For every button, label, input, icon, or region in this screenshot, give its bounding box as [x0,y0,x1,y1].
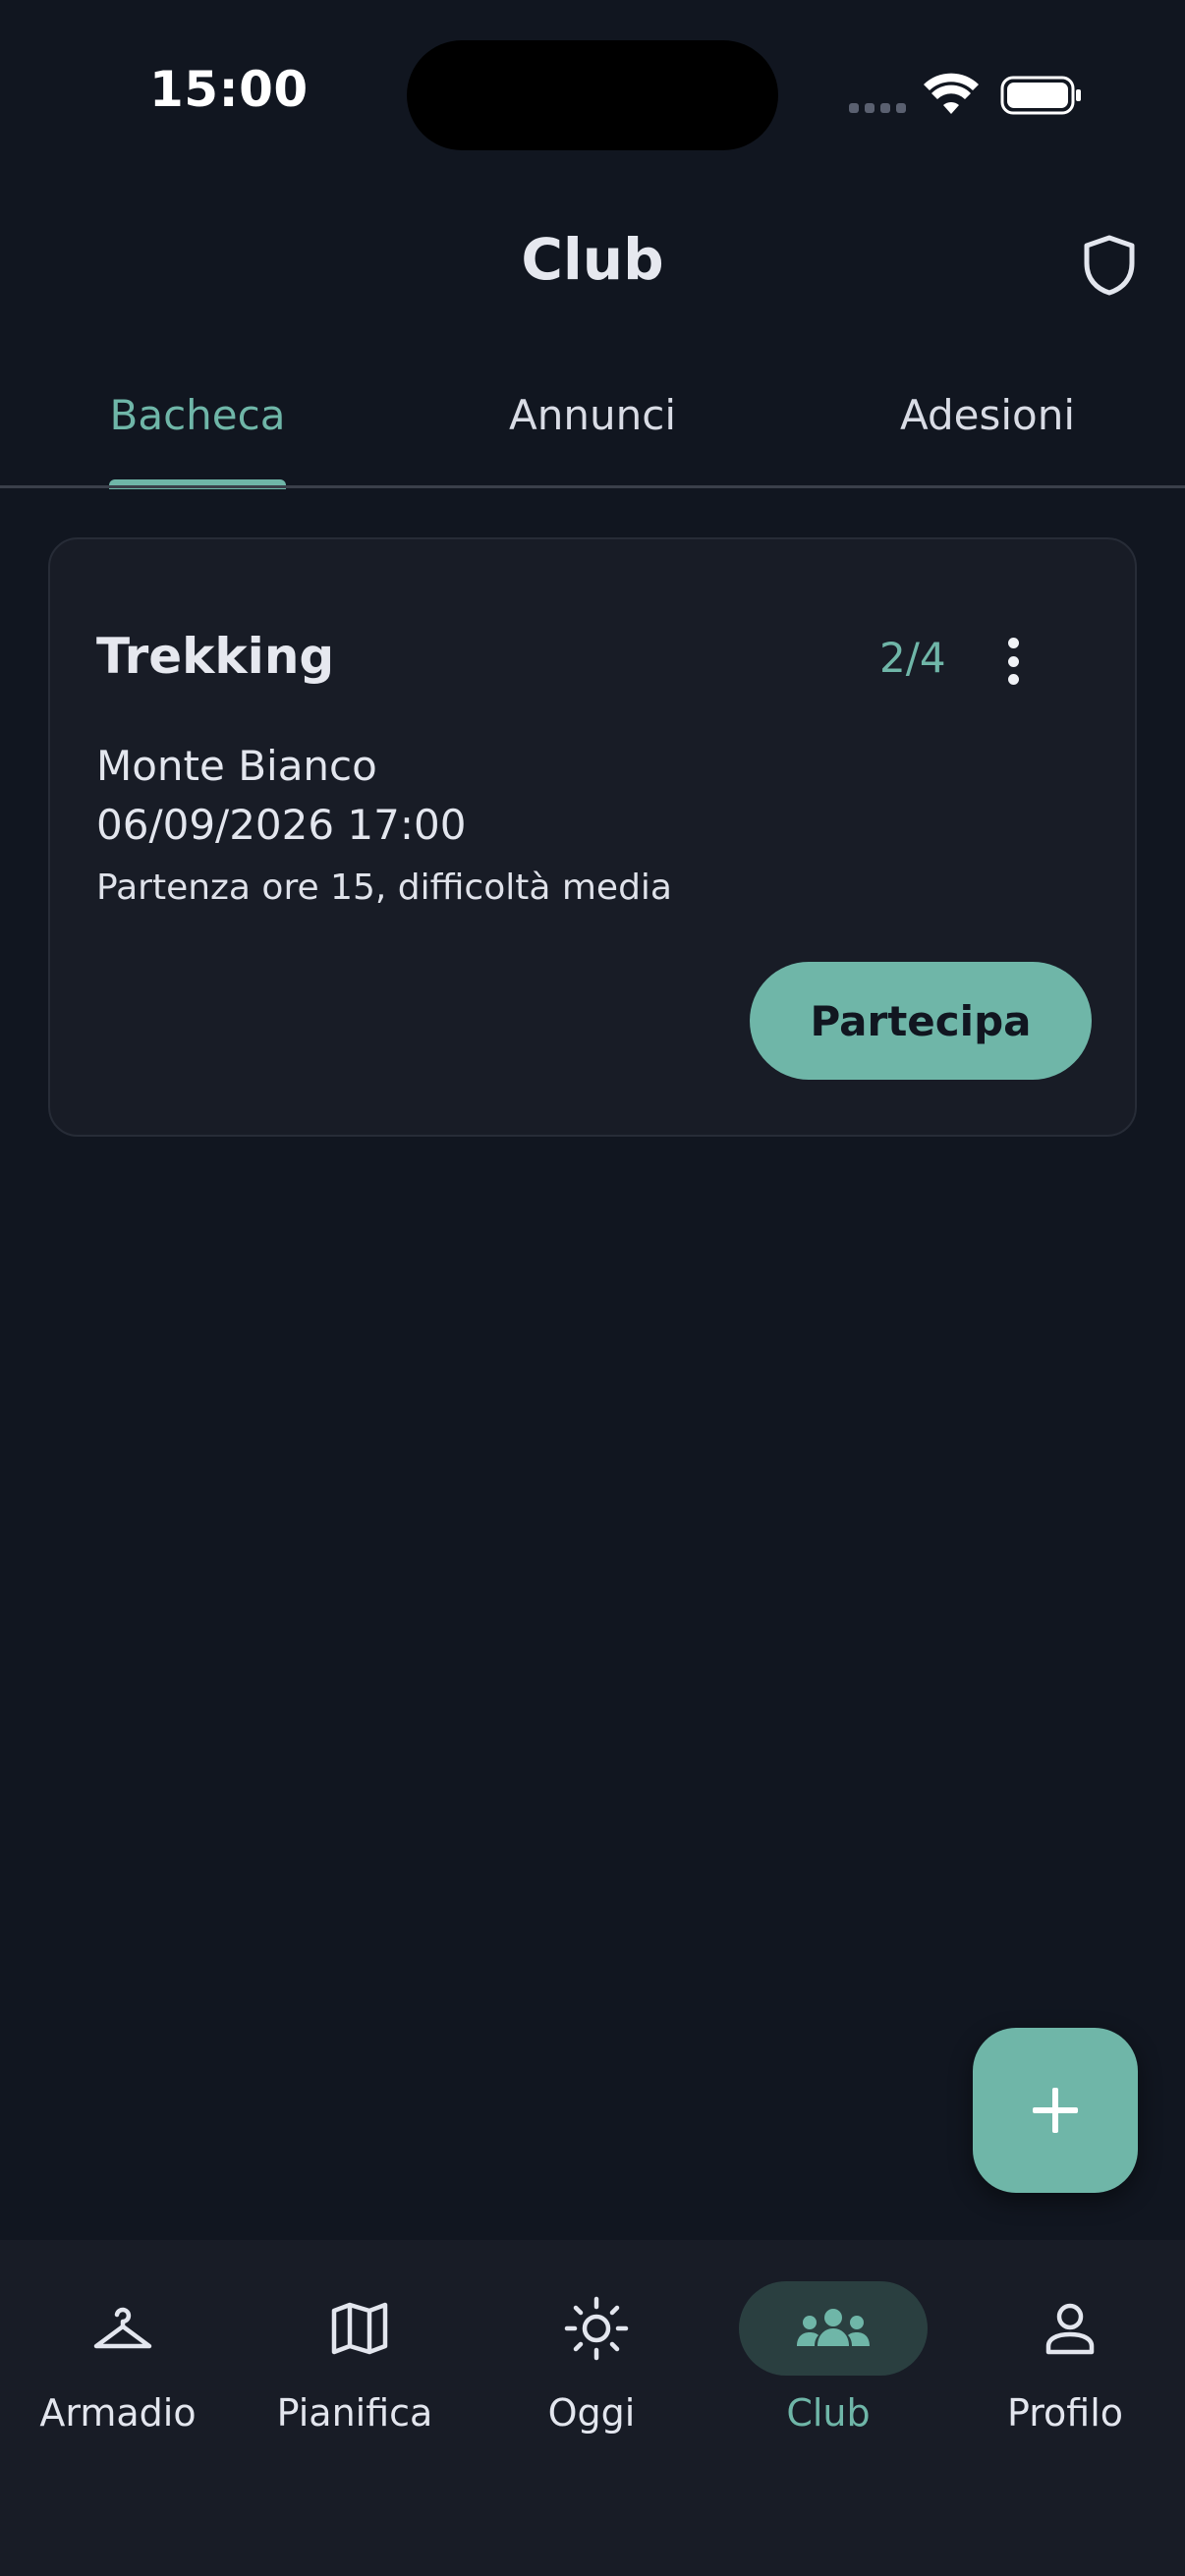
sun-icon [564,2296,629,2361]
tab-bar: Bacheca Annunci Adesioni [0,373,1185,489]
nav-label-club: Club [786,2391,871,2435]
add-button[interactable] [973,2028,1138,2193]
dynamic-island [407,40,778,150]
group-icon [797,2309,870,2346]
nav-item-armadio[interactable]: Armadio [0,2281,236,2438]
nav-item-club[interactable]: Club [710,2281,946,2438]
event-card[interactable]: Trekking 2/4 Monte Bianco 06/09/2026 17:… [48,537,1137,1137]
map-icon [331,2302,388,2355]
tab-annunci[interactable]: Annunci [395,373,790,487]
event-title: Trekking [96,628,335,685]
plus-icon [1033,2088,1078,2133]
tab-adesioni[interactable]: Adesioni [790,373,1185,487]
shield-icon[interactable] [1083,234,1136,297]
nav-label-profilo: Profilo [1006,2391,1124,2435]
hanger-icon [93,2307,152,2349]
status-time: 15:00 [149,61,309,118]
nav-label-pianifica: Pianifica [276,2391,433,2435]
nav-label-armadio: Armadio [39,2391,197,2435]
nav-item-pianifica[interactable]: Pianifica [237,2281,473,2438]
tabs-divider [0,485,1185,488]
battery-icon [1000,76,1081,115]
more-options-icon[interactable] [993,634,1033,689]
event-description: Partenza ore 15, difficoltà media [96,868,672,908]
page-title: Club [521,226,664,293]
event-place: Monte Bianco [96,742,377,790]
bottom-navigation: Armadio Pianifica Oggi Club Profilo [0,2240,1185,2576]
nav-label-oggi: Oggi [547,2391,636,2435]
person-icon [1045,2303,1095,2355]
cellular-signal-icon [849,103,906,113]
join-button[interactable]: Partecipa [750,962,1092,1080]
nav-active-pill [739,2281,928,2376]
nav-item-oggi[interactable]: Oggi [474,2281,709,2438]
tab-bacheca[interactable]: Bacheca [0,373,395,487]
event-datetime: 06/09/2026 17:00 [96,801,467,849]
nav-item-profilo[interactable]: Profilo [947,2281,1183,2438]
wifi-icon [924,73,979,114]
club-screen: 15:00 Club Bacheca Annunci Adesioni Trek… [0,0,1185,2576]
participant-count: 2/4 [879,634,946,682]
